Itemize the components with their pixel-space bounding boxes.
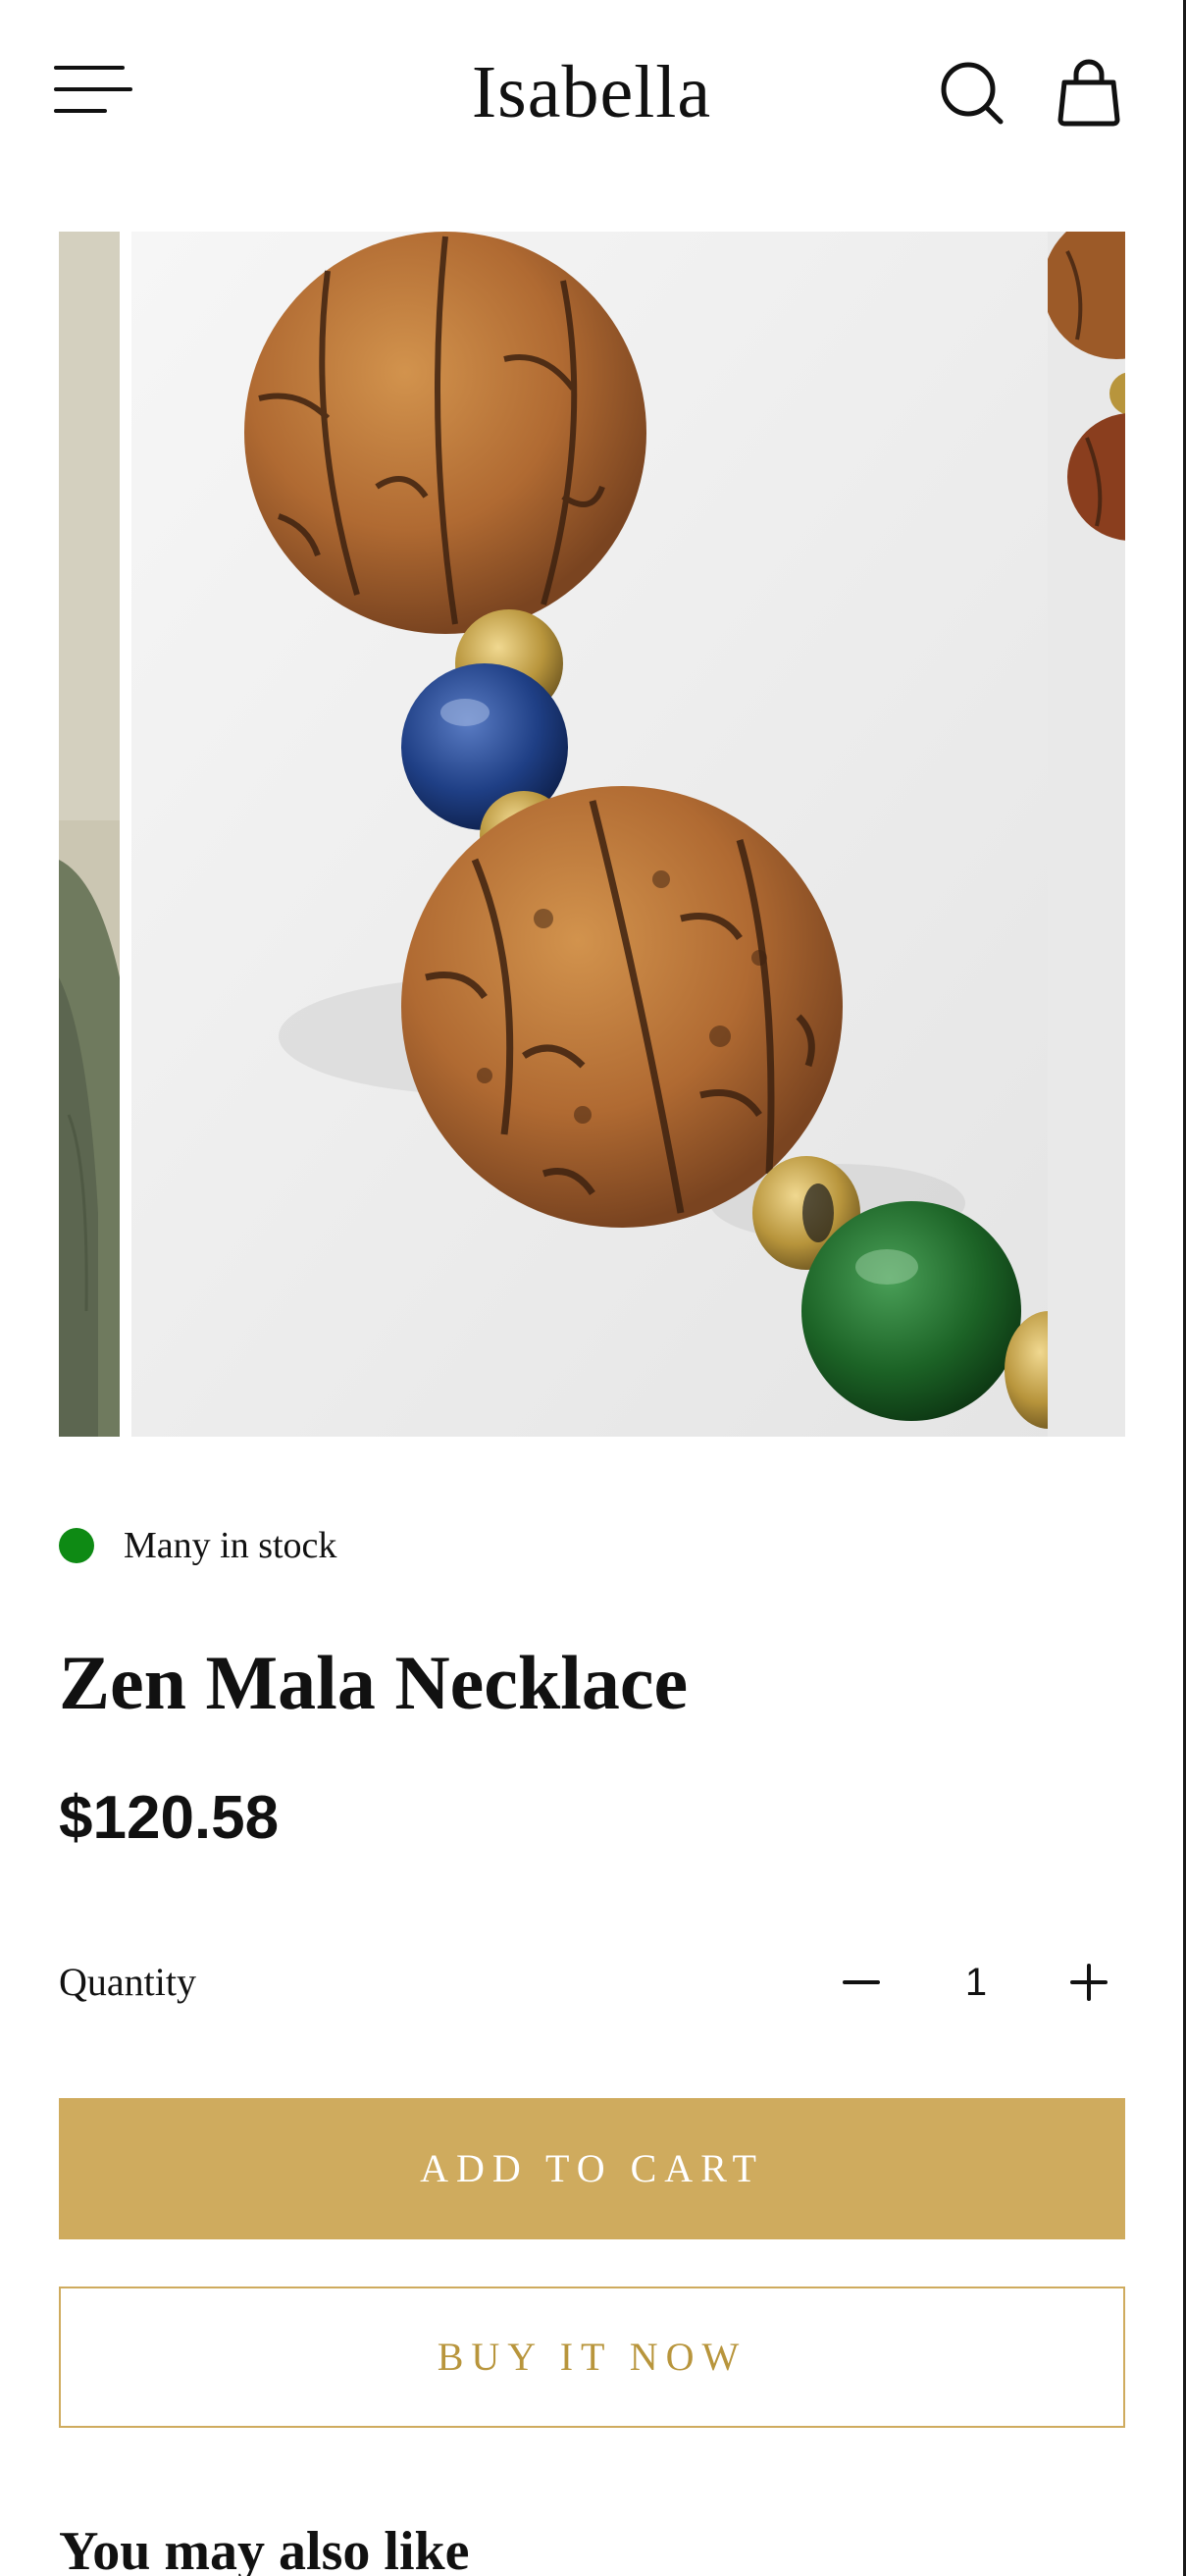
product-gallery[interactable]	[59, 232, 1125, 1437]
minus-icon	[843, 1980, 880, 1984]
stock-status: Many in stock	[59, 1521, 336, 1570]
product-title: Zen Mala Necklace	[59, 1640, 689, 1725]
add-to-cart-button[interactable]: ADD TO CART	[59, 2098, 1125, 2239]
beads-photo-next	[1048, 232, 1125, 1437]
stock-indicator-dot	[59, 1528, 94, 1563]
quantity-decrease-button[interactable]	[827, 1948, 896, 2017]
shopping-bag-icon	[1057, 59, 1120, 127]
recommendations-heading: You may also like	[59, 2521, 470, 2576]
buy-it-now-button[interactable]: BUY IT NOW	[59, 2287, 1125, 2428]
search-button[interactable]	[938, 59, 1006, 128]
gallery-slide-next[interactable]	[1048, 232, 1125, 1437]
product-price: $120.58	[59, 1784, 280, 1852]
gallery-slide-main[interactable]	[131, 232, 1095, 1437]
search-icon	[941, 62, 1004, 125]
cart-button[interactable]	[1055, 57, 1123, 128]
gallery-slide-prev[interactable]	[59, 232, 120, 1437]
quantity-increase-button[interactable]	[1055, 1948, 1123, 2017]
stock-text: Many in stock	[124, 1525, 337, 1566]
plus-icon	[1070, 1964, 1108, 2001]
necklace-beads-photo	[131, 232, 1095, 1437]
site-header: Isabella	[0, 0, 1183, 186]
quantity-value[interactable]: 1	[937, 1948, 1015, 2017]
model-photo	[59, 232, 120, 1437]
quantity-label: Quantity	[59, 1960, 196, 2004]
